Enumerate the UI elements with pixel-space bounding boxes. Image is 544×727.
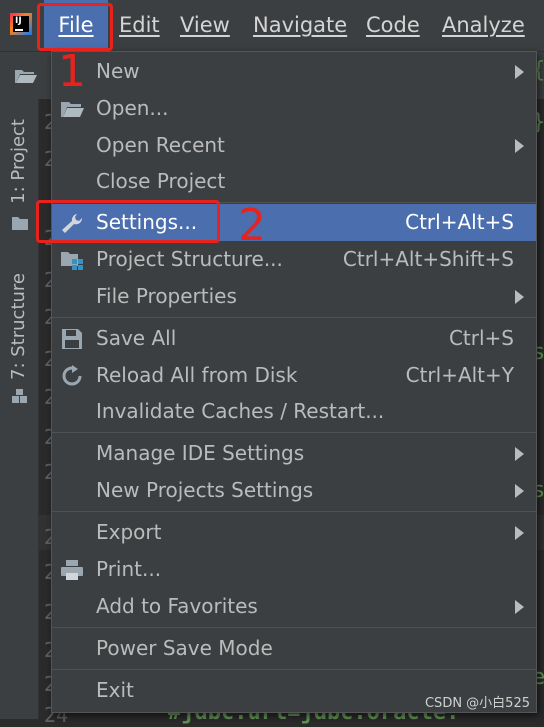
logo-text: IJ [15,16,22,26]
printer-icon [61,560,83,580]
submenu-arrow-icon [515,65,524,79]
menu-item-new-projects-settings[interactable]: New Projects Settings [52,472,536,509]
menu-item-label: Exit [96,678,134,702]
project-folder-icon [12,217,28,230]
menu-item-reload-all[interactable]: Reload All from Disk Ctrl+Alt+Y [52,357,536,394]
menu-separator [52,317,536,318]
menu-item-label: Export [96,520,162,544]
submenu-arrow-icon [515,447,524,461]
menu-item-project-structure[interactable]: Project Structure... Ctrl+Alt+Shift+S [52,241,536,278]
menu-item-label: New [96,59,140,83]
file-menu-dropdown: New Open... Open Recent Close Project Se… [51,51,537,713]
annotation-box-settings [36,200,220,243]
menu-separator [52,669,536,670]
menu-item-shortcut: Ctrl+Alt+Y [405,363,514,387]
submenu-arrow-icon [515,600,524,614]
project-tool-tab[interactable]: 1: Project [8,119,29,204]
menu-item-label: Manage IDE Settings [96,441,305,465]
menu-separator [52,432,536,433]
submenu-arrow-icon [515,526,524,540]
folder-open-icon [61,102,84,117]
tool-window-rail: 1: Project 7: Structure [0,99,39,719]
menu-item-print[interactable]: Print... [52,551,536,588]
submenu-arrow-icon [515,290,524,304]
menu-item-shortcut: Ctrl+S [448,326,514,350]
annotation-step-1: 1 [58,46,86,97]
project-structure-icon [61,252,83,270]
menu-item-shortcut: Ctrl+Alt+S [405,210,514,234]
menu-item-close-project[interactable]: Close Project [52,163,536,200]
save-icon [62,329,82,349]
menu-view[interactable]: View [180,0,230,51]
menu-separator [52,511,536,512]
watermark: CSDN @小白525 [424,696,530,711]
menu-code[interactable]: Code [366,0,420,51]
menu-item-manage-ide-settings[interactable]: Manage IDE Settings [52,435,536,472]
menu-edit[interactable]: Edit [119,0,160,51]
menu-item-file-properties[interactable]: File Properties [52,278,536,315]
structure-icon [12,389,27,403]
structure-tool-tab[interactable]: 7: Structure [8,273,29,380]
menu-item-add-to-favorites[interactable]: Add to Favorites [52,588,536,625]
menu-item-open[interactable]: Open... [52,90,536,127]
menu-item-label: File Properties [96,284,237,308]
menu-item-label: Print... [96,557,162,581]
annotation-box-file [37,3,113,51]
menu-item-open-recent[interactable]: Open Recent [52,127,536,164]
menu-item-label: Add to Favorites [96,594,258,618]
menu-item-label: New Projects Settings [96,478,314,502]
menu-item-export[interactable]: Export [52,514,536,551]
menu-item-save-all[interactable]: Save All Ctrl+S [52,320,536,357]
menu-separator [52,627,536,628]
menu-item-label: Open... [96,96,169,120]
submenu-arrow-icon [515,139,524,153]
menu-item-shortcut: Ctrl+Alt+Shift+S [342,247,514,271]
menu-item-new[interactable]: New [52,53,536,90]
open-folder-icon[interactable] [14,68,38,84]
reload-icon [62,365,82,386]
menu-navigate[interactable]: Navigate [253,0,347,51]
menu-item-label: Power Save Mode [96,636,273,660]
menu-item-label: Close Project [96,169,226,193]
menu-item-label: Open Recent [96,133,225,157]
menu-item-label: Reload All from Disk [96,363,298,387]
menu-analyze[interactable]: Analyze [442,0,525,51]
menu-item-power-save-mode[interactable]: Power Save Mode [52,630,536,667]
menu-item-label: Save All [96,326,177,350]
submenu-arrow-icon [515,484,524,498]
menu-item-invalidate-caches[interactable]: Invalidate Caches / Restart... [52,393,536,430]
menu-item-label: Invalidate Caches / Restart... [96,399,385,423]
annotation-step-2: 2 [238,200,266,251]
intellij-logo-icon: IJ [10,13,32,35]
